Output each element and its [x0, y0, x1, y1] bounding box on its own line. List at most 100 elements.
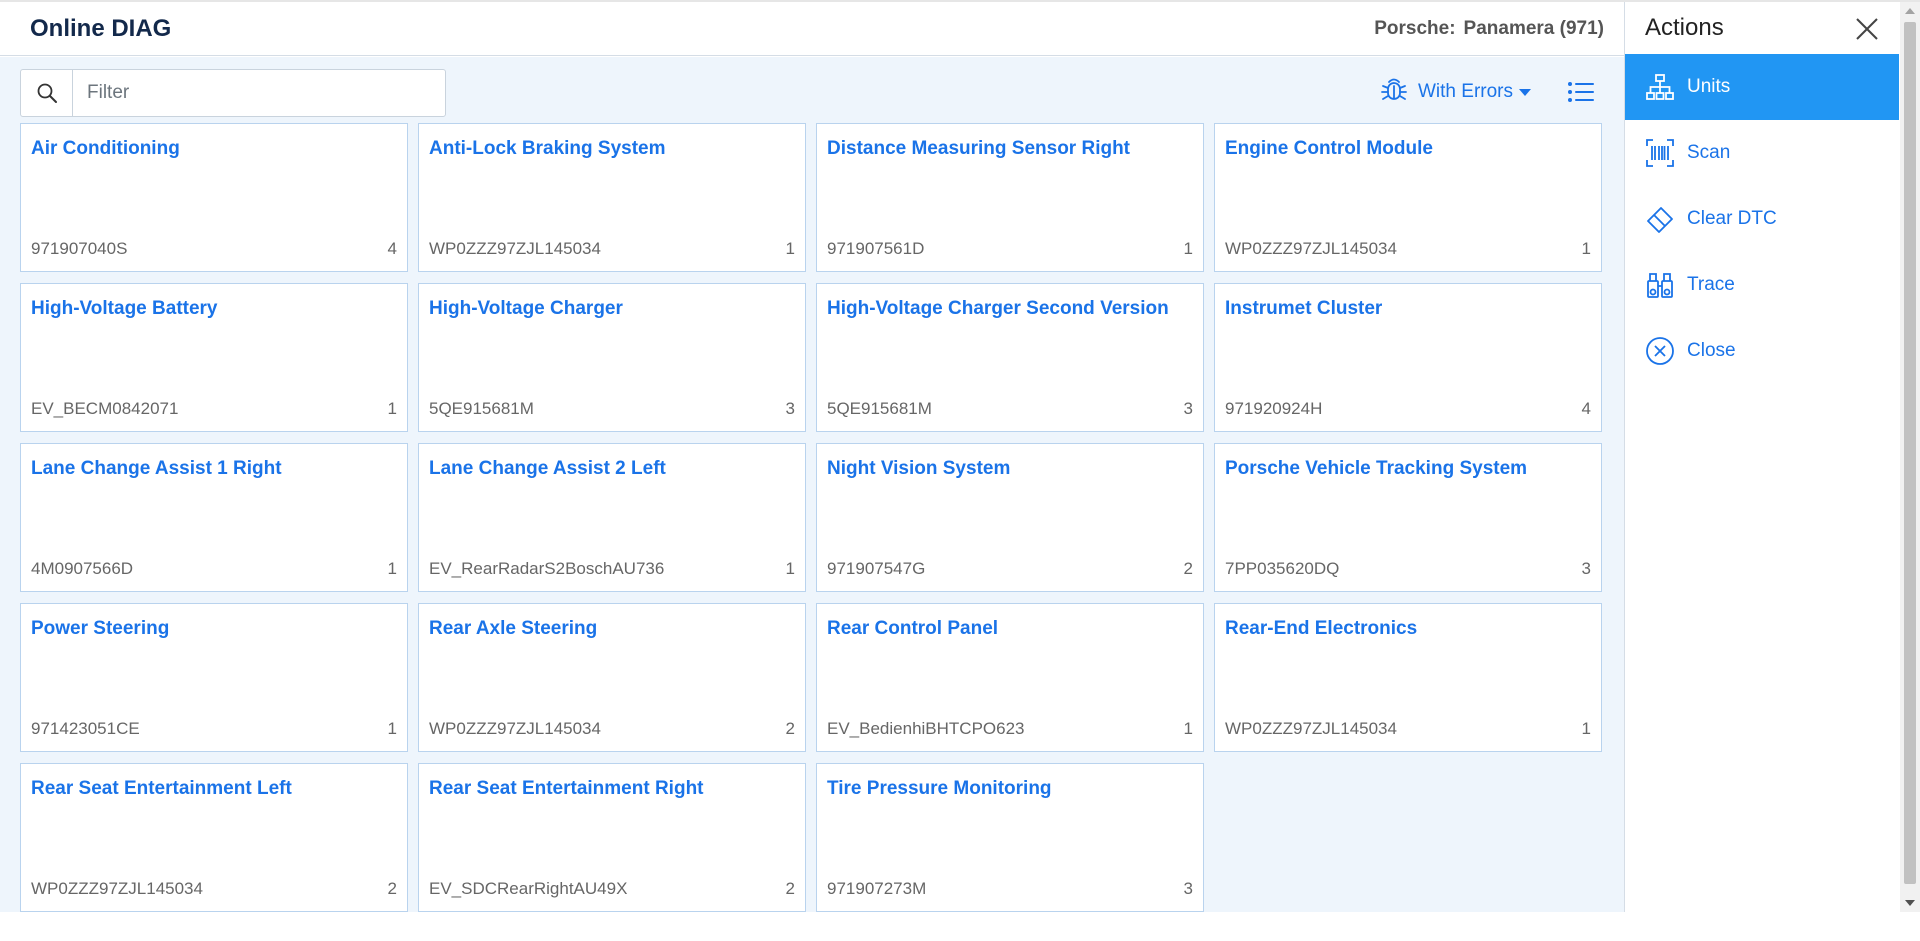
unit-error-count: 1 [387, 559, 397, 578]
unit-error-count: 1 [1183, 239, 1193, 258]
vehicle-info: Porsche: Panamera (971) [1374, 18, 1604, 40]
unit-code: WP0ZZZ97ZJL145034 [429, 719, 601, 738]
unit-error-count: 3 [785, 399, 795, 418]
unit-name: Power Steering [31, 618, 170, 639]
unit-card[interactable]: Distance Measuring Sensor Right 971907561… [816, 123, 1204, 272]
vehicle-brand: Porsche: [1374, 18, 1456, 39]
unit-name: Rear Seat Entertainment Left [31, 778, 292, 799]
sitemap-icon [1645, 72, 1675, 102]
action-scan[interactable]: Scan [1625, 120, 1899, 186]
list-view-icon[interactable] [1566, 77, 1596, 107]
unit-name: Rear Seat Entertainment Right [429, 778, 704, 799]
unit-error-count: 1 [785, 239, 795, 258]
unit-card[interactable]: Engine Control Module WP0ZZZ97ZJL145034 1 [1214, 123, 1602, 272]
unit-error-count: 1 [1581, 239, 1591, 258]
unit-card[interactable]: Lane Change Assist 2 Left EV_RearRadarS2B… [418, 443, 806, 592]
with-errors-dropdown[interactable]: With Errors [1380, 75, 1531, 109]
unit-card[interactable]: Instrumet Cluster 971920924H 4 [1214, 283, 1602, 432]
unit-code: 971920924H [1225, 399, 1323, 418]
unit-card[interactable]: High-Voltage Charger Second Version 5QE91… [816, 283, 1204, 432]
units-grid: Air Conditioning 971907040S 4 Anti-Lock Br… [20, 123, 1602, 912]
unit-name: Porsche Vehicle Tracking System [1225, 458, 1528, 479]
app-title: Online DIAG [30, 15, 172, 42]
unit-code: 971907547G [827, 559, 926, 578]
unit-code: WP0ZZZ97ZJL145034 [1225, 239, 1397, 258]
app-header: Online DIAG Porsche: Panamera (971) [0, 2, 1624, 56]
actions-list: Units Scan Clear DTC Trace Close [1625, 54, 1899, 384]
action-trace-label: Trace [1687, 274, 1735, 295]
vertical-scrollbar[interactable] [1900, 2, 1920, 912]
action-scan-label: Scan [1687, 142, 1731, 163]
eraser-icon [1645, 204, 1675, 234]
action-units[interactable]: Units [1625, 54, 1899, 120]
unit-card[interactable]: Rear Seat Entertainment Right EV_SDCRearR… [418, 763, 806, 912]
unit-name: High-Voltage Battery [31, 298, 218, 319]
unit-name: High-Voltage Charger [429, 298, 623, 319]
scrollbar-thumb[interactable] [1904, 22, 1916, 884]
vehicle-model: Panamera (971) [1463, 18, 1604, 39]
unit-error-count: 4 [1581, 399, 1591, 418]
unit-card[interactable]: Power Steering 971423051CE 1 [20, 603, 408, 752]
unit-card[interactable]: High-Voltage Charger 5QE915681M 3 [418, 283, 806, 432]
unit-card[interactable]: Air Conditioning 971907040S 4 [20, 123, 408, 272]
unit-error-count: 2 [785, 719, 795, 738]
unit-error-count: 2 [387, 879, 397, 898]
unit-name: Engine Control Module [1225, 138, 1433, 159]
action-trace[interactable]: Trace [1625, 252, 1899, 318]
unit-card[interactable]: Rear Control Panel EV_BedienhiBHTCPO623 1 [816, 603, 1204, 752]
actions-panel: Actions Units Scan Clear DTC Trace Close [1624, 2, 1900, 912]
unit-code: EV_SDCRearRightAU49X [429, 879, 628, 898]
unit-name: Rear-End Electronics [1225, 618, 1418, 639]
unit-error-count: 2 [785, 879, 795, 898]
unit-error-count: 4 [387, 239, 397, 258]
unit-error-count: 1 [785, 559, 795, 578]
unit-error-count: 1 [1183, 719, 1193, 738]
unit-code: 5QE915681M [429, 399, 534, 418]
unit-error-count: 3 [1183, 399, 1193, 418]
action-close[interactable]: Close [1625, 318, 1899, 384]
unit-code: 971907040S [31, 239, 128, 258]
unit-name: Night Vision System [827, 458, 1011, 479]
unit-name: Air Conditioning [31, 138, 180, 159]
unit-card[interactable]: Night Vision System 971907547G 2 [816, 443, 1204, 592]
unit-name: Anti-Lock Braking System [429, 138, 666, 159]
unit-name: Rear Control Panel [827, 618, 999, 639]
unit-name: Rear Axle Steering [429, 618, 598, 639]
unit-name: Lane Change Assist 1 Right [31, 458, 282, 479]
search-icon[interactable] [21, 70, 73, 116]
unit-card[interactable]: High-Voltage Battery EV_BECM0842071 1 [20, 283, 408, 432]
unit-card[interactable]: Lane Change Assist 1 Right 4M0907566D 1 [20, 443, 408, 592]
unit-card[interactable]: Tire Pressure Monitoring 971907273M 3 [816, 763, 1204, 912]
chevron-down-icon [1519, 88, 1531, 96]
action-clear-dtc[interactable]: Clear DTC [1625, 186, 1899, 252]
scroll-up-icon[interactable] [1905, 8, 1915, 14]
unit-name: Distance Measuring Sensor Right [827, 138, 1131, 159]
unit-code: 7PP035620DQ [1225, 559, 1340, 578]
filter-search-box [20, 69, 446, 117]
unit-card[interactable]: Porsche Vehicle Tracking System 7PP035620… [1214, 443, 1602, 592]
unit-card[interactable]: Anti-Lock Braking System WP0ZZZ97ZJL14503… [418, 123, 806, 272]
filter-input[interactable] [73, 70, 445, 116]
with-errors-label: With Errors [1418, 81, 1513, 102]
unit-card[interactable]: Rear Seat Entertainment Left WP0ZZZ97ZJL1… [20, 763, 408, 912]
unit-code: WP0ZZZ97ZJL145034 [429, 239, 601, 258]
unit-code: 971907273M [827, 879, 927, 898]
unit-code: WP0ZZZ97ZJL145034 [1225, 719, 1397, 738]
unit-code: WP0ZZZ97ZJL145034 [31, 879, 203, 898]
unit-error-count: 3 [1581, 559, 1591, 578]
unit-name: Instrumet Cluster [1225, 298, 1383, 319]
bottom-strip [0, 912, 1920, 941]
unit-code: 971907561D [827, 239, 925, 258]
scroll-down-icon[interactable] [1905, 900, 1915, 906]
unit-error-count: 1 [387, 399, 397, 418]
unit-card[interactable]: Rear-End Electronics WP0ZZZ97ZJL145034 1 [1214, 603, 1602, 752]
actions-title: Actions [1645, 14, 1724, 41]
unit-card[interactable]: Rear Axle Steering WP0ZZZ97ZJL145034 2 [418, 603, 806, 752]
unit-name: Tire Pressure Monitoring [827, 778, 1052, 799]
unit-name: High-Voltage Charger Second Version [827, 298, 1169, 319]
unit-error-count: 3 [1183, 879, 1193, 898]
unit-code: EV_BedienhiBHTCPO623 [827, 719, 1025, 738]
action-close-label: Close [1687, 340, 1736, 361]
close-icon[interactable] [1854, 16, 1880, 42]
unit-error-count: 2 [1183, 559, 1193, 578]
